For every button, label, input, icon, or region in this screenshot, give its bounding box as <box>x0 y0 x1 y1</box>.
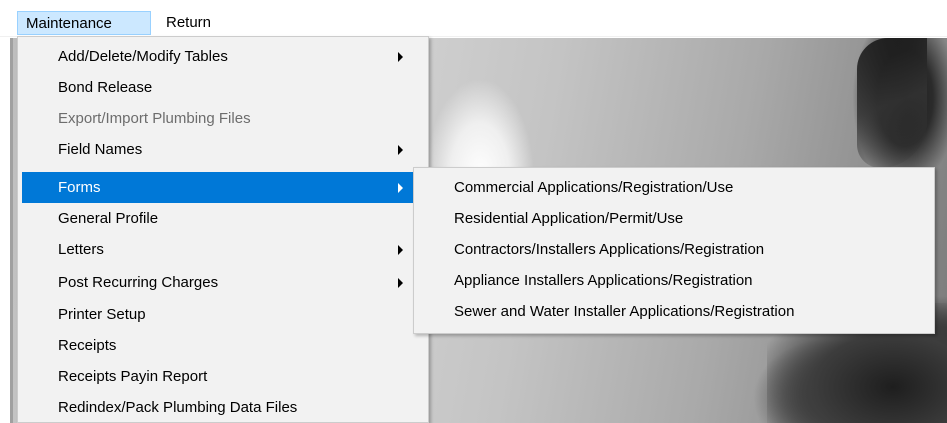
chevron-right-icon <box>398 278 403 288</box>
submenu-item-label: Appliance Installers Applications/Regist… <box>454 272 753 289</box>
menu-item-label: Field Names <box>58 141 143 158</box>
menu-item-label: Bond Release <box>58 79 153 96</box>
menu-item-label: Add/Delete/Modify Tables <box>58 48 228 65</box>
submenu-item-commercial-applications[interactable]: Commercial Applications/Registration/Use <box>418 172 930 203</box>
maintenance-dropdown: Add/Delete/Modify Tables Bond Release Ex… <box>17 36 429 423</box>
menu-return[interactable]: Return <box>158 11 228 35</box>
menu-maintenance[interactable]: Maintenance <box>17 11 151 35</box>
menu-item-label: Export/Import Plumbing Files <box>58 110 251 127</box>
chevron-right-icon <box>398 145 403 155</box>
chevron-right-icon <box>398 183 403 193</box>
background-dark-streak <box>857 38 927 168</box>
menu-item-label: General Profile <box>58 210 159 227</box>
submenu-item-sewer-water-installer[interactable]: Sewer and Water Installer Applications/R… <box>418 296 930 327</box>
window-edge <box>10 38 13 423</box>
submenu-item-label: Commercial Applications/Registration/Use <box>454 179 734 196</box>
menu-item-field-names[interactable]: Field Names <box>22 134 424 165</box>
submenu-item-contractors-installers[interactable]: Contractors/Installers Applications/Regi… <box>418 234 930 265</box>
menu-item-reindex-pack-plumbing-data-files[interactable]: Redindex/Pack Plumbing Data Files <box>22 392 424 423</box>
menu-item-label: Receipts Payin Report <box>58 368 208 385</box>
menu-item-letters[interactable]: Letters <box>22 234 424 265</box>
forms-submenu: Commercial Applications/Registration/Use… <box>413 167 935 334</box>
menu-item-bond-release[interactable]: Bond Release <box>22 72 424 103</box>
chevron-right-icon <box>398 52 403 62</box>
menu-item-label: Forms <box>58 179 101 196</box>
submenu-item-residential-application[interactable]: Residential Application/Permit/Use <box>418 203 930 234</box>
menu-item-general-profile[interactable]: General Profile <box>22 203 424 234</box>
menu-item-export-import-plumbing-files: Export/Import Plumbing Files <box>22 103 424 134</box>
menu-item-add-delete-modify-tables[interactable]: Add/Delete/Modify Tables <box>22 41 424 72</box>
menu-item-printer-setup[interactable]: Printer Setup <box>22 299 424 330</box>
chevron-right-icon <box>398 245 403 255</box>
menu-item-forms[interactable]: Forms <box>22 172 424 203</box>
submenu-item-label: Contractors/Installers Applications/Regi… <box>454 241 765 258</box>
submenu-item-label: Residential Application/Permit/Use <box>454 210 684 227</box>
menu-bar: Maintenance Return <box>0 10 947 37</box>
menu-item-post-recurring-charges[interactable]: Post Recurring Charges <box>22 267 424 298</box>
submenu-item-appliance-installers[interactable]: Appliance Installers Applications/Regist… <box>418 265 930 296</box>
menu-item-label: Receipts <box>58 337 117 354</box>
menu-item-label: Printer Setup <box>58 306 146 323</box>
menu-item-label: Redindex/Pack Plumbing Data Files <box>58 399 298 416</box>
submenu-item-label: Sewer and Water Installer Applications/R… <box>454 303 795 320</box>
menu-item-receipts-payin-report[interactable]: Receipts Payin Report <box>22 361 424 392</box>
menu-item-label: Letters <box>58 241 104 258</box>
menu-item-label: Post Recurring Charges <box>58 274 219 291</box>
menu-item-receipts[interactable]: Receipts <box>22 330 424 361</box>
